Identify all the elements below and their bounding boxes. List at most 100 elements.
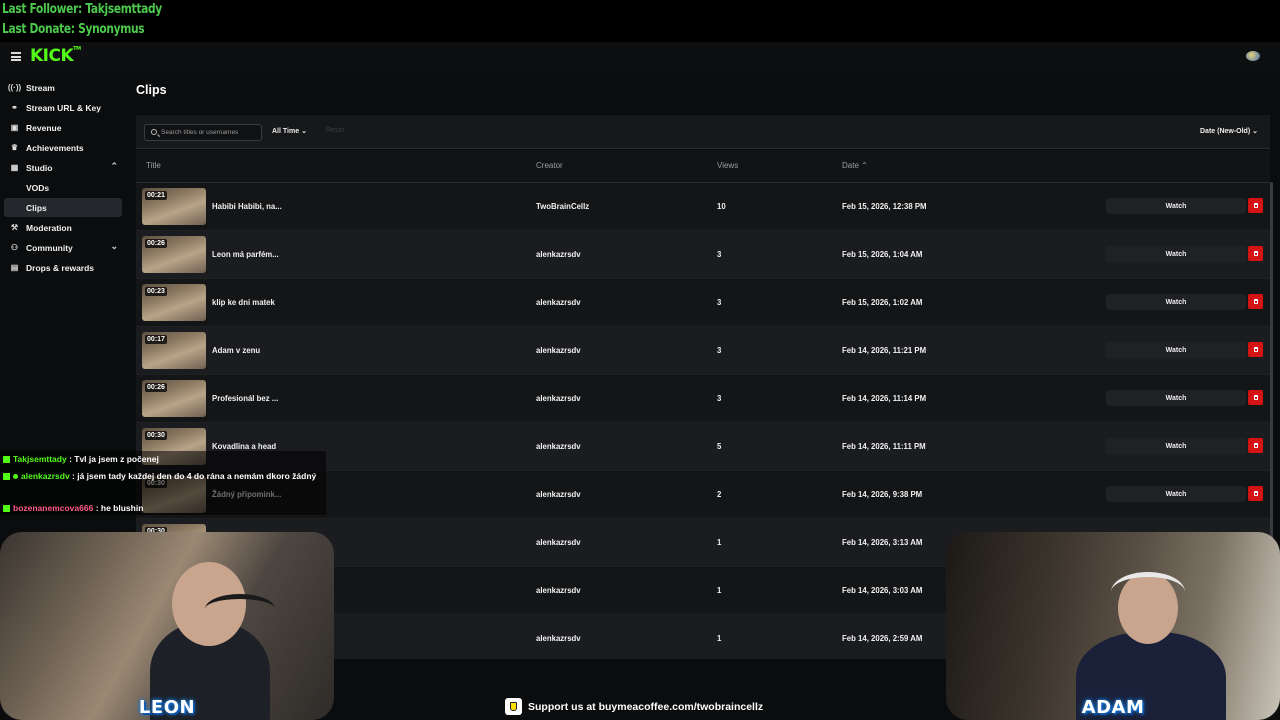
delete-button[interactable] — [1248, 390, 1263, 405]
sidebar: ((·)) Stream ⚭ Stream URL & Key ▣ Revenu… — [0, 72, 130, 472]
clip-creator[interactable]: alenkazrsdv — [536, 490, 581, 499]
clip-title[interactable]: Leon má parfém... — [212, 250, 279, 259]
clip-title[interactable]: klip ke dni matek — [212, 298, 275, 307]
trash-icon — [1253, 347, 1258, 352]
clip-date: Feb 14, 2026, 3:13 AM — [842, 538, 923, 547]
clip-title[interactable]: Habibi Habibi, na... — [212, 202, 282, 211]
clip-views: 1 — [717, 586, 722, 595]
clip-thumbnail[interactable]: 00:17 — [142, 332, 206, 369]
webcam-left: LEON — [0, 532, 334, 720]
watch-button[interactable]: Watch — [1106, 390, 1246, 406]
time-range-dropdown[interactable]: All Time ⌄ — [272, 127, 307, 135]
link-icon: ⚭ — [11, 103, 18, 112]
sidebar-item-achievements[interactable]: ♛ Achievements — [4, 138, 122, 157]
table-row[interactable]: 00:26 Profesionál bez ... alenkazrsdv 3 Feb … — [136, 375, 1270, 423]
hamburger-menu-icon[interactable] — [11, 52, 21, 61]
delete-button[interactable] — [1248, 246, 1263, 261]
user-avatar[interactable] — [1246, 51, 1260, 61]
delete-button[interactable] — [1248, 438, 1263, 453]
table-row[interactable]: 00:17 Adam v zenu alenkazrsdv 3 Feb 14, 2026… — [136, 327, 1270, 375]
chevron-down-icon: ⌄ — [110, 241, 118, 251]
delete-button[interactable] — [1248, 294, 1263, 309]
clip-title[interactable]: Kovadlina a head — [212, 442, 276, 451]
delete-button[interactable] — [1248, 486, 1263, 501]
column-header-views[interactable]: Views — [717, 161, 738, 170]
clip-thumbnail[interactable]: 00:26 — [142, 380, 206, 417]
column-header-creator[interactable]: Creator — [536, 161, 563, 170]
clip-views: 2 — [717, 490, 722, 499]
gift-icon: ▤ — [10, 263, 19, 272]
clip-thumbnail[interactable]: 00:23 — [142, 284, 206, 321]
sidebar-item-studio[interactable]: ▦ Studio ⌃ — [4, 158, 122, 177]
headphones-icon — [1111, 572, 1185, 612]
clip-title[interactable]: Adam v zenu — [212, 346, 260, 355]
clip-date: Feb 15, 2026, 1:02 AM — [842, 298, 923, 307]
support-text: Support us at buymeacoffee.com/twobrainc… — [528, 701, 763, 713]
sidebar-item-label: Stream — [26, 82, 55, 93]
table-row[interactable]: 00:26 Leon má parfém... alenkazrsdv 3 Feb 15… — [136, 231, 1270, 279]
clip-views: 3 — [717, 250, 722, 259]
sidebar-item-moderation[interactable]: ⚒ Moderation — [4, 218, 122, 237]
watch-button[interactable]: Watch — [1106, 198, 1246, 214]
clip-date: Feb 14, 2026, 3:03 AM — [842, 586, 923, 595]
search-input[interactable]: Search titles or usernames — [144, 124, 262, 141]
clip-date: Feb 14, 2026, 11:14 PM — [842, 394, 927, 403]
column-header-date[interactable]: Date ⌃ — [842, 161, 868, 170]
chat-text: : já jsem tady každej den do 4 do rána a… — [69, 471, 317, 481]
delete-button[interactable] — [1248, 342, 1263, 357]
clip-date: Feb 14, 2026, 2:59 AM — [842, 634, 923, 643]
column-header-title[interactable]: Title — [146, 161, 161, 170]
sidebar-item-clips[interactable]: Clips — [4, 198, 122, 217]
sidebar-item-revenue[interactable]: ▣ Revenue — [4, 118, 122, 137]
sort-dropdown[interactable]: Date (New-Old) ⌄ — [1200, 127, 1258, 135]
clip-duration: 00:30 — [145, 431, 167, 440]
clip-duration: 00:26 — [145, 239, 167, 248]
clip-creator[interactable]: alenkazrsdv — [536, 250, 581, 259]
sidebar-item-community[interactable]: ⚇ Community ⌄ — [4, 238, 122, 257]
clip-title[interactable]: Profesionál bez ... — [212, 394, 278, 403]
clip-thumbnail[interactable]: 00:21 — [142, 188, 206, 225]
clip-creator[interactable]: alenkazrsdv — [536, 586, 581, 595]
clip-creator[interactable]: TwoBrainCellz — [536, 202, 589, 211]
clip-creator[interactable]: alenkazrsdv — [536, 298, 581, 307]
clip-date: Feb 15, 2026, 12:38 PM — [842, 202, 927, 211]
sidebar-item-label: Clips — [26, 202, 47, 213]
users-icon: ⚇ — [10, 243, 19, 252]
clip-views: 3 — [717, 394, 722, 403]
sidebar-item-drops-rewards[interactable]: ▤ Drops & rewards — [4, 258, 122, 277]
hammer-icon: ⚒ — [10, 223, 19, 232]
watch-button[interactable]: Watch — [1106, 342, 1246, 358]
table-row[interactable]: 00:21 Habibi Habibi, na... TwoBrainCellz 10… — [136, 183, 1270, 231]
clip-views: 1 — [717, 634, 722, 643]
chevron-up-icon: ⌃ — [110, 161, 118, 171]
watch-button[interactable]: Watch — [1106, 438, 1246, 454]
clip-duration: 00:17 — [145, 335, 167, 344]
clip-thumbnail[interactable]: 00:26 — [142, 236, 206, 273]
watch-button[interactable]: Watch — [1106, 294, 1246, 310]
sidebar-item-label: Drops & rewards — [26, 262, 95, 273]
trash-icon — [1253, 251, 1258, 256]
last-follower-text: Last Follower: Takjsemttady — [2, 2, 162, 17]
sidebar-item-stream-url-key[interactable]: ⚭ Stream URL & Key — [4, 98, 122, 117]
top-bar: KICKTM — [0, 42, 1280, 72]
sidebar-item-vods[interactable]: VODs — [4, 178, 122, 197]
scrollbar-thumb[interactable] — [1270, 182, 1273, 557]
clip-creator[interactable]: alenkazrsdv — [536, 346, 581, 355]
clip-creator[interactable]: alenkazrsdv — [536, 634, 581, 643]
chevron-up-icon: ⌃ — [861, 161, 868, 170]
watch-button[interactable]: Watch — [1106, 246, 1246, 262]
table-row[interactable]: 00:23 klip ke dni matek alenkazrsdv 3 Feb 15… — [136, 279, 1270, 327]
clip-creator[interactable]: alenkazrsdv — [536, 442, 581, 451]
clip-date: Feb 14, 2026, 11:21 PM — [842, 346, 927, 355]
reset-button[interactable]: Reset — [326, 127, 344, 134]
clip-views: 3 — [717, 298, 722, 307]
chat-text: : he blushin — [93, 503, 144, 513]
kick-logo[interactable]: KICKTM — [30, 46, 81, 66]
sidebar-item-stream[interactable]: ((·)) Stream — [4, 78, 122, 97]
delete-button[interactable] — [1248, 198, 1263, 213]
sidebar-item-label: Revenue — [26, 122, 62, 133]
clip-creator[interactable]: alenkazrsdv — [536, 394, 581, 403]
trash-icon — [1253, 395, 1258, 400]
clip-creator[interactable]: alenkazrsdv — [536, 538, 581, 547]
watch-button[interactable]: Watch — [1106, 486, 1246, 502]
